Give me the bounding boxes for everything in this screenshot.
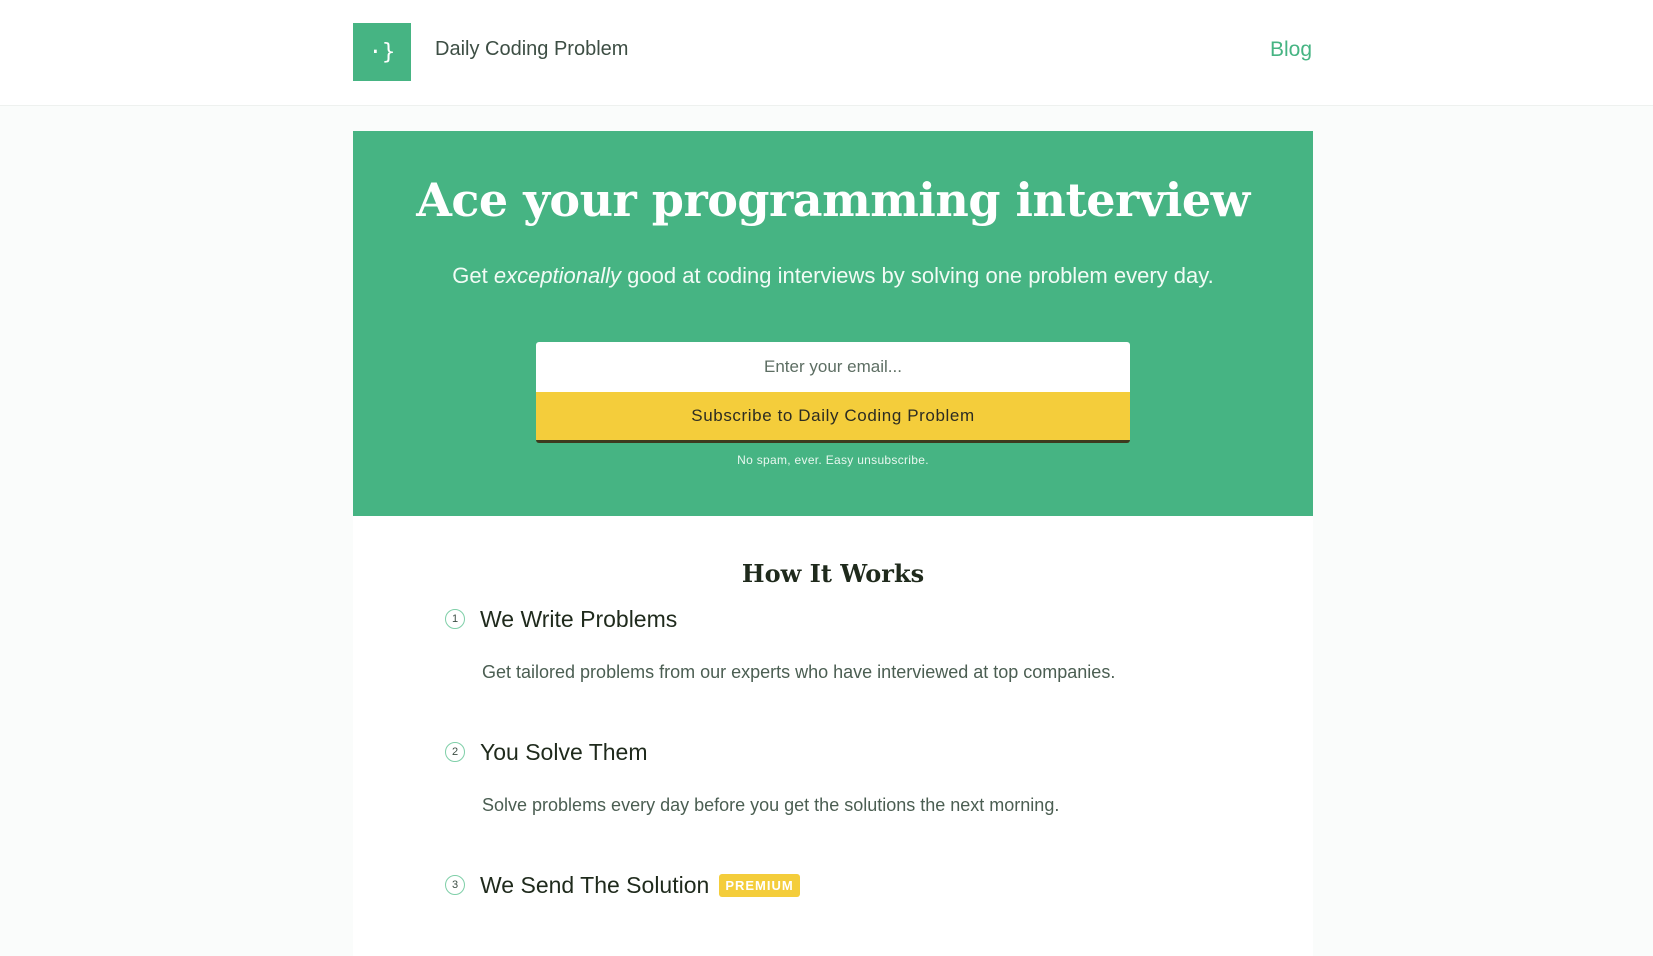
email-input[interactable]	[536, 342, 1130, 392]
step-title-2: You Solve Them	[480, 738, 648, 765]
hero-subtitle-emphasis: exceptionally	[493, 263, 622, 288]
hero-section: Ace your programming interview Get excep…	[353, 131, 1313, 516]
no-spam-note: No spam, ever. Easy unsubscribe.	[737, 453, 929, 467]
step-1: 1 We Write Problems Get tailored problem…	[445, 604, 1245, 682]
site-header: ·} Daily Coding Problem Blog	[0, 0, 1653, 106]
subscribe-button[interactable]: Subscribe to Daily Coding Problem	[536, 392, 1130, 443]
hero-subtitle-end: good at coding interviews by solving one…	[621, 263, 1214, 288]
hero-subtitle: Get exceptionally good at coding intervi…	[353, 263, 1313, 289]
logo-icon[interactable]: ·}	[353, 23, 411, 81]
step-3: 3 We Send The Solution PREMIUM	[445, 870, 1245, 900]
step-number-1: 1	[445, 609, 465, 629]
step-2: 2 You Solve Them Solve problems every da…	[445, 737, 1245, 815]
step-desc-2: Solve problems every day before you get …	[482, 795, 1060, 815]
hero-title: Ace your programming interview	[416, 173, 1250, 227]
hero-subtitle-start: Get	[452, 263, 494, 288]
step-number-3: 3	[445, 875, 465, 895]
main-content: Ace your programming interview Get excep…	[353, 131, 1313, 956]
step-number-2: 2	[445, 742, 465, 762]
how-it-works-title: How It Works	[741, 559, 925, 588]
step-title-3: We Send The Solution	[480, 871, 710, 898]
step-title-1: We Write Problems	[480, 605, 678, 632]
brand-name[interactable]: Daily Coding Problem	[435, 38, 628, 61]
nav-blog-link[interactable]: Blog	[1270, 38, 1312, 62]
premium-badge: PREMIUM	[719, 873, 800, 897]
step-desc-1: Get tailored problems from our experts w…	[482, 662, 1116, 682]
